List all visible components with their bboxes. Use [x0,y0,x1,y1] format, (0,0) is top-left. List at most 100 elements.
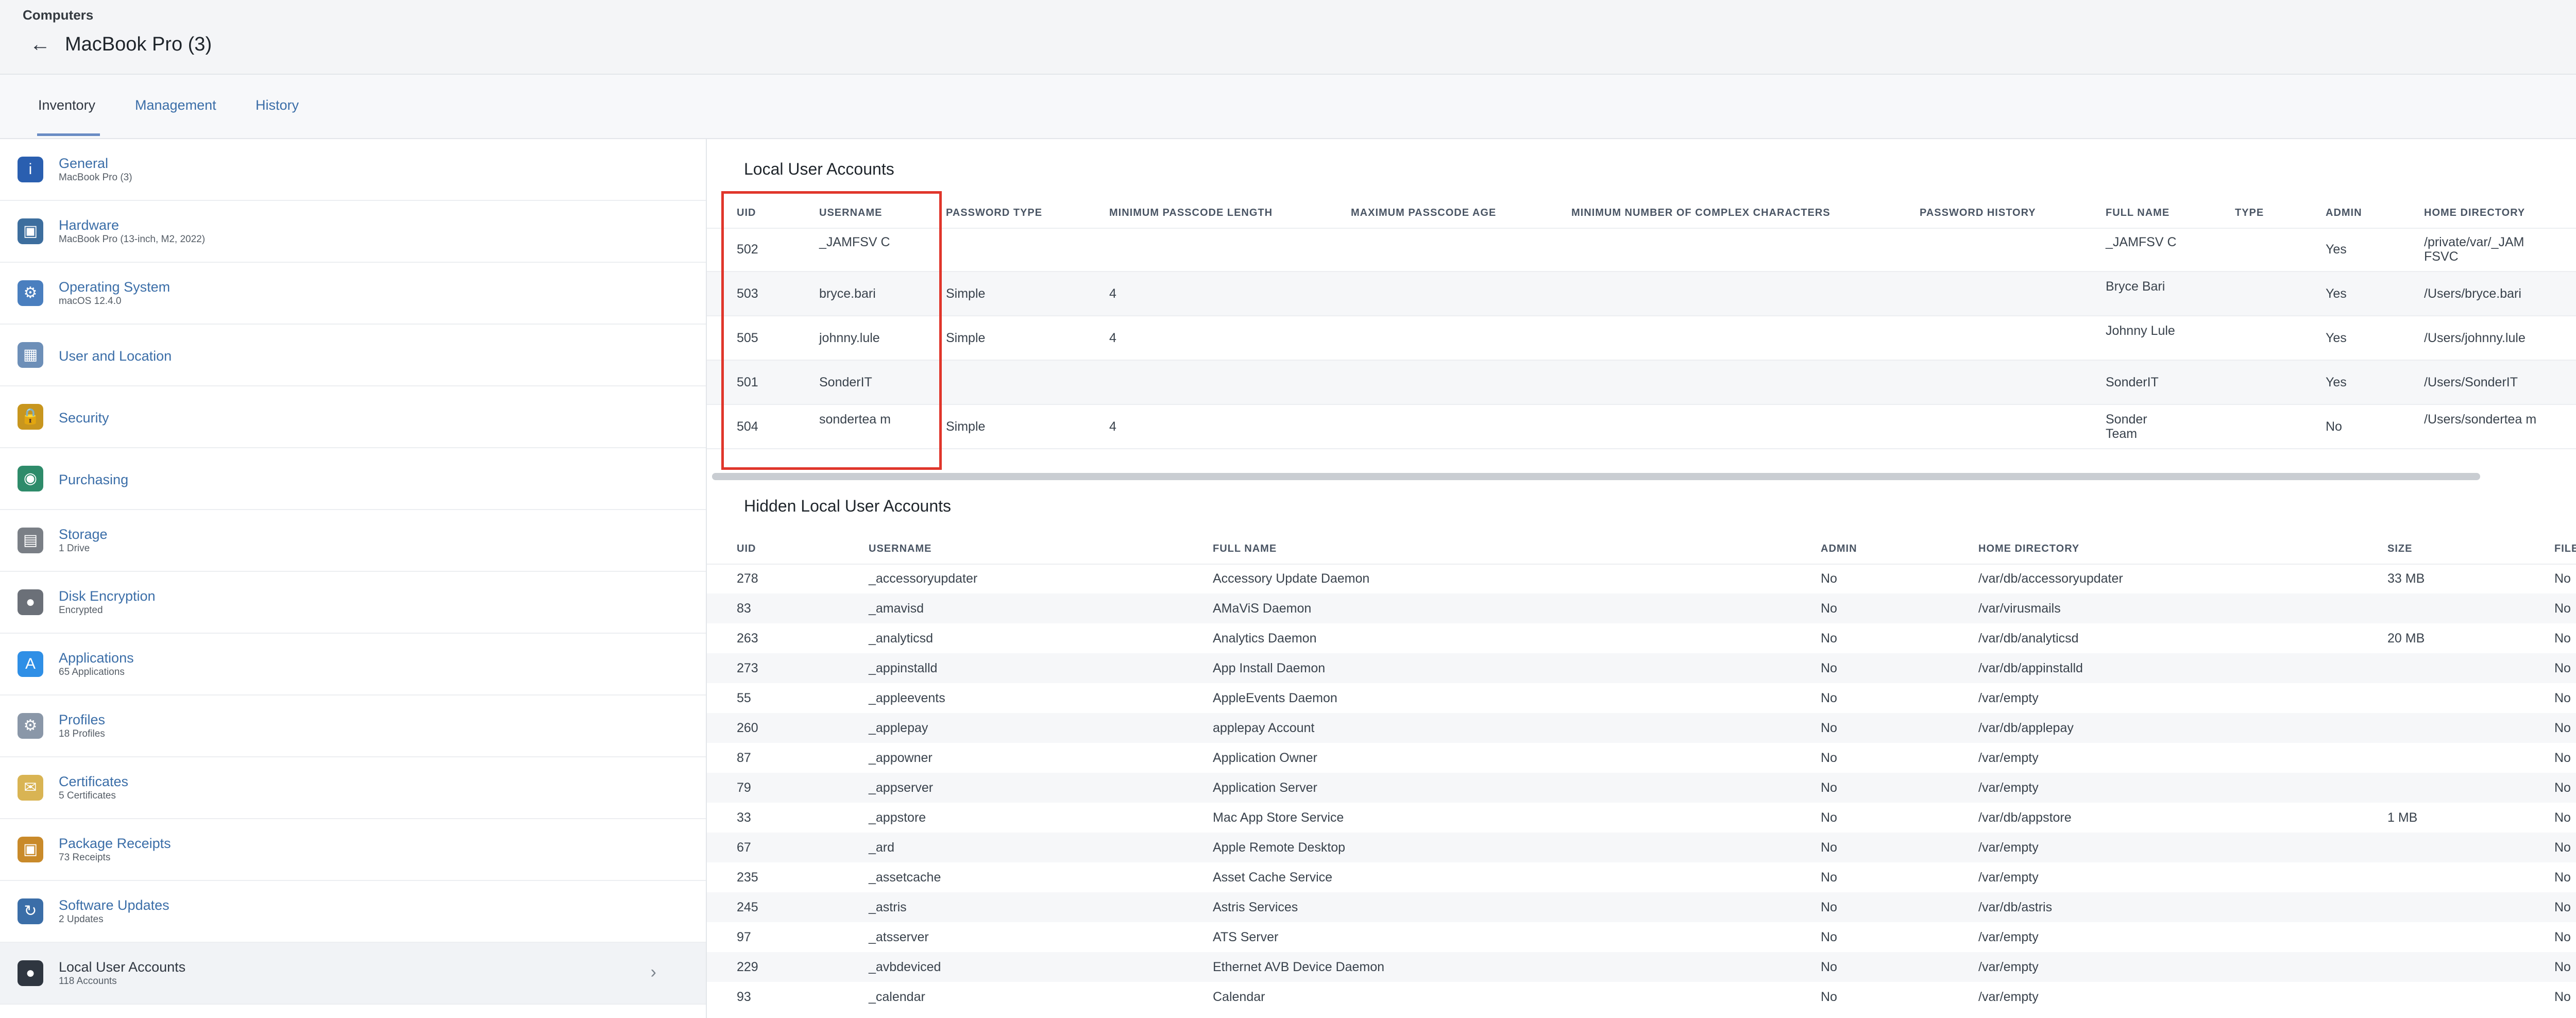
sidebar-item-purchasing[interactable]: ◉ Purchasing [0,448,706,510]
table-row[interactable]: 502 _JAMFSV C _JAMFSV C Yes/private/var/_JA… [707,228,2576,272]
table-cell: No [2554,721,2571,735]
sidebar-item-profiles[interactable]: ⚙ Profiles 18 Profiles [0,695,706,757]
sidebar-item-count: 2 Updates [59,914,104,925]
column-header[interactable]: UID [737,207,756,219]
sidebar-item-label: Operating System [59,279,171,295]
table-row[interactable]: 273 _appinstalld App Install Daemon No/var/… [707,653,2576,683]
sidebar-item-applications[interactable]: A Applications 65 Applications [0,634,706,695]
table-row[interactable]: 93 _calendar Calendar No/var/empty No [707,982,2576,1012]
table-cell: 263 [737,631,758,646]
table-cell: 67 [737,840,751,855]
table-row[interactable]: 235 _assetcache Asset Cache Service No/var/… [707,862,2576,892]
table-row[interactable]: 83 _amavisd AMaViS Daemon No/var/virusmails… [707,593,2576,623]
tab-history[interactable]: History [256,97,299,113]
sidebar-item-label: Applications [59,650,134,666]
sidebar-item-label: Local User Accounts [59,959,186,975]
table-cell: No [1821,721,1837,735]
table-row[interactable]: 67 _ard Apple Remote Desktop No/var/empty No [707,833,2576,862]
breadcrumb[interactable]: Computers [23,7,93,23]
column-header[interactable]: SIZE [2387,543,2412,555]
table-cell: /var/empty [1978,751,2039,765]
column-header[interactable]: UID [737,543,756,555]
column-header[interactable]: HOME DIRECTORY [2424,207,2525,219]
table-cell: _appleevents [869,691,945,705]
table-cell: No [1821,810,1837,825]
sidebar-item-disk-encryption[interactable]: ● Disk Encryption Encrypted [0,572,706,634]
table-cell: _appserver [869,781,934,795]
table-cell: _appinstalld [869,661,938,675]
table-cell: No [2554,870,2571,885]
sidebar-item-label: Hardware [59,217,120,233]
table-row[interactable]: 260 _applepay applepay Account No/var/db/ap… [707,713,2576,743]
column-header[interactable]: HOME DIRECTORY [1978,543,2079,555]
table-row[interactable]: 503 bryce.bari Simple 4 Bryce Bari Yes/Users/… [707,272,2576,316]
table-cell: _appstore [869,810,926,825]
table-row[interactable]: 33 _appstore Mac App Store Service No/var/d… [707,803,2576,833]
table-cell: No [2554,810,2571,825]
table-cell: No [2554,661,2571,675]
column-header[interactable]: ADMIN [2326,207,2362,219]
sidebar-item-general[interactable]: i General MacBook Pro (3) [0,139,706,201]
column-header[interactable]: PASSWORD TYPE [946,207,1042,219]
sidebar-item-storage[interactable]: ▤ Storage 1 Drive [0,510,706,572]
column-header[interactable]: ADMIN [1821,543,1857,555]
column-header[interactable]: TYPE [2235,207,2264,219]
table-cell: No [1821,840,1837,855]
table-cell: No [1821,930,1837,944]
table-cell: johnny.lule [819,331,880,345]
table-row[interactable]: 229 _avbdeviced Ethernet AVB Device Daemon… [707,952,2576,982]
building-icon: ▦ [18,342,43,368]
table-cell: Calendar [1213,990,1265,1004]
table-row[interactable]: 263 _analyticsd Analytics Daemon No/var/db/… [707,623,2576,653]
table-row[interactable]: 501SonderITSonderITYes/Users/SonderIT1 M… [707,361,2576,405]
arrow-left-icon[interactable]: ← [30,32,50,57]
tab-management[interactable]: Management [135,97,216,113]
table-cell: /Users/sondertea m [2424,412,2537,427]
info-icon: i [18,157,43,182]
table-cell: _ard [869,840,895,855]
sidebar-item-count: Encrypted [59,605,103,616]
sidebar-item-label: User and Location [59,348,172,364]
sidebar-item-operating-system[interactable]: ⚙ Operating System macOS 12.4.0 [0,263,706,325]
sidebar-item-user-and-location[interactable]: ▦ User and Location [0,325,706,386]
table-row[interactable]: 97 _atsserver ATS Server No/var/empty No [707,922,2576,952]
table-row[interactable]: 245 _astris Astris Services No/var/db/astri… [707,892,2576,922]
column-header[interactable]: MAXIMUM PASSCODE AGE [1351,207,1496,219]
column-header[interactable]: PASSWORD HISTORY [1920,207,2036,219]
column-header[interactable]: FULL NAME [2106,207,2170,219]
sidebar-item-local-user-accounts[interactable]: ● Local User Accounts 118 Accounts › [0,943,706,1005]
column-header[interactable]: USERNAME [819,207,882,219]
column-header[interactable]: MINIMUM PASSCODE LENGTH [1109,207,1273,219]
table-cell: /var/db/appstore [1978,810,2072,825]
table-cell: Application Server [1213,781,1317,795]
table-row[interactable]: 79 _appserver Application Server No/var/emp… [707,773,2576,803]
chevron-right-icon[interactable]: › [651,962,656,982]
table-cell: Sonder Team [2106,412,2147,441]
column-header[interactable]: USERNAME [869,543,931,555]
table-cell: 4 [1109,419,1116,434]
globe-icon: ◉ [18,466,43,491]
active-tab-indicator [37,133,100,136]
table-cell: /Users/johnny.lule [2424,331,2526,345]
table-row[interactable]: 278 _accessoryupdater Accessory Update Dae… [707,564,2576,593]
app-store-icon: A [18,651,43,677]
column-header[interactable]: MINIMUM NUMBER OF COMPLEX CHARACTERS [1571,207,1831,219]
column-header[interactable]: FILEVAULT EN [2554,543,2576,555]
sidebar-item-security[interactable]: 🔒 Security [0,386,706,448]
column-header[interactable]: FULL NAME [1213,543,1277,555]
table-row[interactable]: 505 johnny.lule Simple 4 Johnny Lule Yes/User… [707,316,2576,361]
table-cell: _analyticsd [869,631,934,646]
table-cell: Simple [946,331,986,345]
sidebar-item-certificates[interactable]: ✉ Certificates 5 Certificates [0,757,706,819]
sidebar-item-hardware[interactable]: ▣ Hardware MacBook Pro (13-inch, M2, 2022) [0,201,706,263]
table-row[interactable]: 55 _appleevents AppleEvents Daemon No/var/e… [707,683,2576,713]
table-cell: 93 [737,990,751,1004]
sidebar-item-package-receipts[interactable]: ▣ Package Receipts 73 Receipts [0,819,706,881]
table-row[interactable]: 87 _appowner Application Owner No/var/empty… [707,743,2576,773]
table-cell: 245 [737,900,758,914]
table-cell: 260 [737,721,758,735]
sidebar-item-software-updates[interactable]: ↻ Software Updates 2 Updates [0,881,706,943]
tab-inventory[interactable]: Inventory [38,97,95,113]
table-row[interactable]: 504 sondertea m Simple 4 Sonder Team No/Users… [707,405,2576,449]
horizontal-scrollbar[interactable] [712,473,2480,480]
